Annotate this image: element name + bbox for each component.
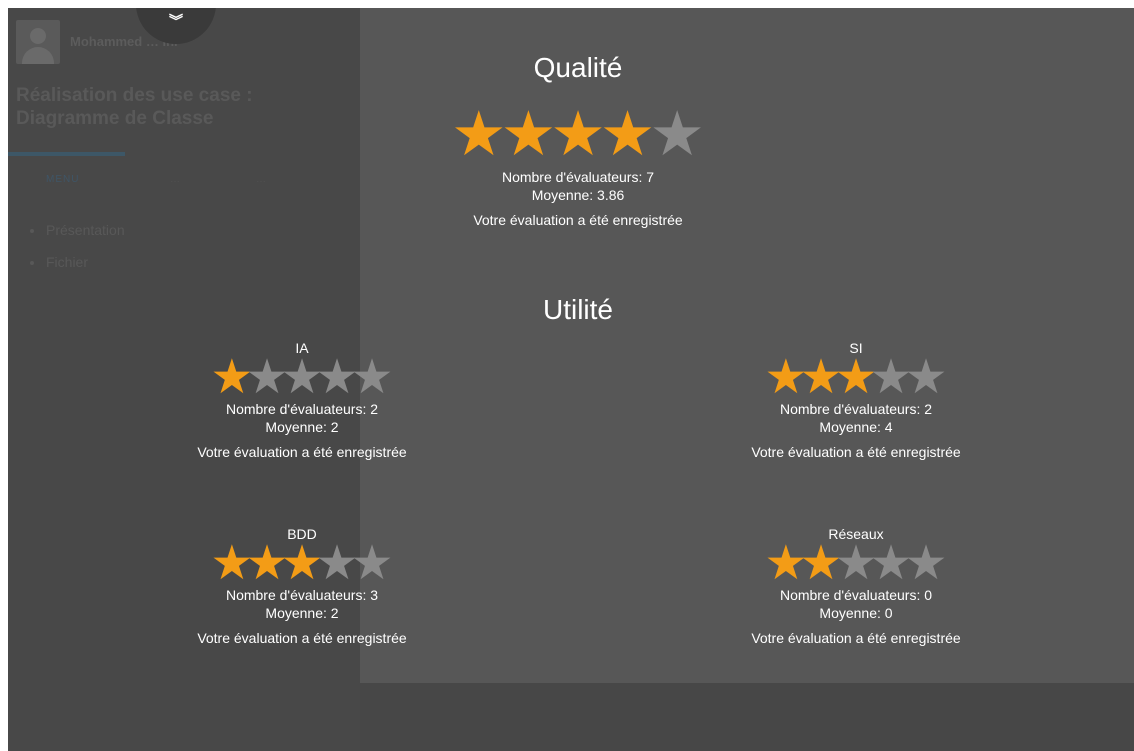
utilite-title: Utilité xyxy=(542,294,613,325)
tab-3[interactable]: … xyxy=(256,174,267,185)
star-filled-icon[interactable]: ★ xyxy=(451,104,507,166)
star-rating[interactable]: ★★★★★ xyxy=(706,354,1006,402)
avatar xyxy=(16,20,60,64)
average-score: Moyenne: 0 xyxy=(819,605,893,621)
raters-count: Nombre d'évaluateurs: 3 xyxy=(225,587,379,603)
tab-2[interactable]: … xyxy=(170,174,181,185)
qualite-title: Qualité xyxy=(533,52,623,83)
star-empty-icon[interactable]: ★ xyxy=(351,354,394,402)
average-score: Moyenne: 4 xyxy=(819,419,893,435)
sidebar-item-label: Présentation xyxy=(46,222,125,238)
app-window: Mohammed … ihi Réalisation des use case … xyxy=(8,8,1134,751)
average-score: Moyenne: 2 xyxy=(265,419,339,435)
sidebar-item-presentation[interactable]: Présentation xyxy=(30,222,125,238)
star-filled-icon[interactable]: ★ xyxy=(501,104,557,166)
average-score: Moyenne: 2 xyxy=(265,605,339,621)
raters-count: Nombre d'évaluateurs: 2 xyxy=(779,401,933,417)
star-empty-icon[interactable]: ★ xyxy=(649,104,705,166)
saved-message: Votre évaluation a été enregistrée xyxy=(197,444,407,460)
star-filled-icon[interactable]: ★ xyxy=(600,104,656,166)
rating-ia: IA ★★★★★ Nombre d'évaluateurs: 2 Moyenne… xyxy=(152,338,452,461)
rating-si: SI ★★★★★ Nombre d'évaluateurs: 2 Moyenne… xyxy=(706,338,1006,461)
star-rating[interactable]: ★★★★★ xyxy=(152,354,452,402)
star-empty-icon[interactable]: ★ xyxy=(905,540,948,588)
rating-bdd: BDD ★★★★★ Nombre d'évaluateurs: 3 Moyenn… xyxy=(152,524,452,647)
star-filled-icon[interactable]: ★ xyxy=(550,104,606,166)
saved-message: Votre évaluation a été enregistrée xyxy=(473,212,683,228)
sidebar-item-fichier[interactable]: Fichier xyxy=(30,254,88,270)
star-rating[interactable]: ★★★★★ xyxy=(152,540,452,588)
saved-message: Votre évaluation a été enregistrée xyxy=(751,444,961,460)
sidebar-item-label: Fichier xyxy=(46,254,89,270)
chevron-double-down-icon: ︾ xyxy=(169,13,183,29)
saved-message: Votre évaluation a été enregistrée xyxy=(751,630,961,646)
raters-count: Nombre d'évaluateurs: 7 xyxy=(501,169,655,185)
star-empty-icon[interactable]: ★ xyxy=(351,540,394,588)
active-tab-indicator xyxy=(8,152,125,156)
star-empty-icon[interactable]: ★ xyxy=(905,354,948,402)
rating-qualite: ★★★★★ Nombre d'évaluateurs: 7 Moyenne: 3… xyxy=(408,104,748,229)
bullet-icon xyxy=(30,229,34,234)
bullet-icon xyxy=(30,261,34,266)
saved-message: Votre évaluation a été enregistrée xyxy=(197,630,407,646)
star-rating[interactable]: ★★★★★ xyxy=(706,540,1006,588)
raters-count: Nombre d'évaluateurs: 0 xyxy=(779,587,933,603)
star-rating[interactable]: ★★★★★ xyxy=(408,104,748,166)
tab-menu[interactable]: MENU xyxy=(46,174,79,185)
rating-reseaux: Réseaux ★★★★★ Nombre d'évaluateurs: 0 Mo… xyxy=(706,524,1006,647)
course-title: Réalisation des use case : Diagramme de … xyxy=(16,85,253,129)
raters-count: Nombre d'évaluateurs: 2 xyxy=(225,401,379,417)
average-score: Moyenne: 3.86 xyxy=(531,187,625,203)
